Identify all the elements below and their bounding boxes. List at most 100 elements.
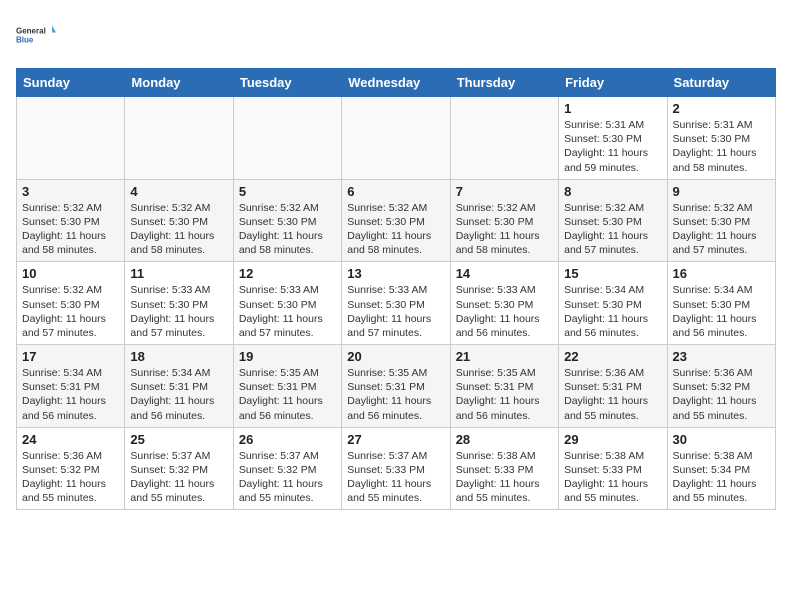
calendar-table: SundayMondayTuesdayWednesdayThursdayFrid… — [16, 68, 776, 510]
day-number: 24 — [22, 432, 119, 447]
day-number: 11 — [130, 266, 227, 281]
calendar-day-cell — [450, 97, 558, 180]
day-number: 14 — [456, 266, 553, 281]
day-number: 10 — [22, 266, 119, 281]
calendar-weekday-header: Friday — [559, 69, 667, 97]
day-number: 21 — [456, 349, 553, 364]
calendar-day-cell: 10 Sunrise: 5:32 AM Sunset: 5:30 PM Dayli… — [17, 262, 125, 345]
calendar-day-cell: 6Sunrise: 5:32 AM Sunset: 5:30 PM Daylig… — [342, 179, 450, 262]
calendar-day-cell: 15 Sunrise: 5:34 AM Sunset: 5:30 PM Dayli… — [559, 262, 667, 345]
day-info: Sunrise: 5:38 AM Sunset: 5:33 PM Dayligh… — [564, 449, 661, 506]
day-info: Sunrise: 5:32 AM Sunset: 5:30 PM Dayligh… — [22, 283, 119, 340]
calendar-week-row: 3 Sunrise: 5:32 AM Sunset: 5:30 PM Daylig… — [17, 179, 776, 262]
calendar-day-cell: 7 Sunrise: 5:32 AM Sunset: 5:30 PM Daylig… — [450, 179, 558, 262]
day-info: Sunrise: 5:32 AM Sunset: 5:30 PM Dayligh… — [456, 201, 553, 258]
calendar-day-cell: 13 Sunrise: 5:33 AM Sunset: 5:30 PM Dayli… — [342, 262, 450, 345]
day-number: 30 — [673, 432, 770, 447]
calendar-weekday-header: Saturday — [667, 69, 775, 97]
calendar-day-cell: 16 Sunrise: 5:34 AM Sunset: 5:30 PM Dayli… — [667, 262, 775, 345]
calendar-day-cell: 28 Sunrise: 5:38 AM Sunset: 5:33 PM Dayli… — [450, 427, 558, 510]
calendar-day-cell: 27Sunrise: 5:37 AM Sunset: 5:33 PM Dayli… — [342, 427, 450, 510]
calendar-day-cell — [342, 97, 450, 180]
day-info: Sunrise: 5:33 AM Sunset: 5:30 PM Dayligh… — [130, 283, 227, 340]
day-info: Sunrise: 5:36 AM Sunset: 5:32 PM Dayligh… — [673, 366, 770, 423]
day-number: 15 — [564, 266, 661, 281]
day-number: 25 — [130, 432, 227, 447]
calendar-day-cell: 3 Sunrise: 5:32 AM Sunset: 5:30 PM Daylig… — [17, 179, 125, 262]
day-number: 8 — [564, 184, 661, 199]
calendar-weekday-header: Sunday — [17, 69, 125, 97]
day-number: 18 — [130, 349, 227, 364]
calendar-day-cell: 20 Sunrise: 5:35 AM Sunset: 5:31 PM Dayli… — [342, 345, 450, 428]
calendar-weekday-header: Monday — [125, 69, 233, 97]
logo: General Blue — [16, 16, 56, 56]
calendar-day-cell — [233, 97, 341, 180]
day-number: 20 — [347, 349, 444, 364]
day-info: Sunrise: 5:34 AM Sunset: 5:31 PM Dayligh… — [130, 366, 227, 423]
day-number: 9 — [673, 184, 770, 199]
day-number: 28 — [456, 432, 553, 447]
day-info: Sunrise: 5:32 AM Sunset: 5:30 PM Dayligh… — [673, 201, 770, 258]
page-header: General Blue — [16, 16, 776, 56]
calendar-day-cell: 2Sunrise: 5:31 AM Sunset: 5:30 PM Daylig… — [667, 97, 775, 180]
day-number: 7 — [456, 184, 553, 199]
day-number: 27 — [347, 432, 444, 447]
day-number: 17 — [22, 349, 119, 364]
calendar-day-cell: 4 Sunrise: 5:32 AM Sunset: 5:30 PM Daylig… — [125, 179, 233, 262]
calendar-day-cell: 22Sunrise: 5:36 AM Sunset: 5:31 PM Dayli… — [559, 345, 667, 428]
svg-text:General: General — [16, 27, 46, 36]
day-number: 19 — [239, 349, 336, 364]
calendar-day-cell — [17, 97, 125, 180]
logo-svg: General Blue — [16, 16, 56, 56]
day-info: Sunrise: 5:37 AM Sunset: 5:32 PM Dayligh… — [130, 449, 227, 506]
calendar-day-cell: 24 Sunrise: 5:36 AM Sunset: 5:32 PM Dayli… — [17, 427, 125, 510]
day-info: Sunrise: 5:36 AM Sunset: 5:31 PM Dayligh… — [564, 366, 661, 423]
calendar-day-cell: 5Sunrise: 5:32 AM Sunset: 5:30 PM Daylig… — [233, 179, 341, 262]
day-number: 12 — [239, 266, 336, 281]
day-info: Sunrise: 5:36 AM Sunset: 5:32 PM Dayligh… — [22, 449, 119, 506]
day-info: Sunrise: 5:32 AM Sunset: 5:30 PM Dayligh… — [130, 201, 227, 258]
calendar-day-cell: 17Sunrise: 5:34 AM Sunset: 5:31 PM Dayli… — [17, 345, 125, 428]
calendar-week-row: 1Sunrise: 5:31 AM Sunset: 5:30 PM Daylig… — [17, 97, 776, 180]
calendar-day-cell: 23 Sunrise: 5:36 AM Sunset: 5:32 PM Dayli… — [667, 345, 775, 428]
day-info: Sunrise: 5:34 AM Sunset: 5:30 PM Dayligh… — [564, 283, 661, 340]
calendar-day-cell: 11 Sunrise: 5:33 AM Sunset: 5:30 PM Dayli… — [125, 262, 233, 345]
day-number: 23 — [673, 349, 770, 364]
day-number: 13 — [347, 266, 444, 281]
day-info: Sunrise: 5:35 AM Sunset: 5:31 PM Dayligh… — [239, 366, 336, 423]
calendar-day-cell: 12 Sunrise: 5:33 AM Sunset: 5:30 PM Dayli… — [233, 262, 341, 345]
day-info: Sunrise: 5:37 AM Sunset: 5:32 PM Dayligh… — [239, 449, 336, 506]
day-number: 2 — [673, 101, 770, 116]
calendar-day-cell: 9 Sunrise: 5:32 AM Sunset: 5:30 PM Daylig… — [667, 179, 775, 262]
day-info: Sunrise: 5:32 AM Sunset: 5:30 PM Dayligh… — [564, 201, 661, 258]
day-info: Sunrise: 5:32 AM Sunset: 5:30 PM Dayligh… — [239, 201, 336, 258]
calendar-day-cell: 21Sunrise: 5:35 AM Sunset: 5:31 PM Dayli… — [450, 345, 558, 428]
calendar-week-row: 17 Sunrise: 5:34 AM Sunset: 5:31 PM Dayli… — [17, 345, 776, 428]
day-info: Sunrise: 5:31 AM Sunset: 5:30 PM Dayligh… — [564, 118, 661, 175]
calendar-weekday-header: Tuesday — [233, 69, 341, 97]
day-info: Sunrise: 5:38 AM Sunset: 5:33 PM Dayligh… — [456, 449, 553, 506]
calendar-weekday-header: Wednesday — [342, 69, 450, 97]
calendar-day-cell: 25 Sunrise: 5:37 AM Sunset: 5:32 PM Dayli… — [125, 427, 233, 510]
day-info: Sunrise: 5:38 AM Sunset: 5:34 PM Dayligh… — [673, 449, 770, 506]
day-number: 4 — [130, 184, 227, 199]
calendar-day-cell — [125, 97, 233, 180]
calendar-day-cell: 26 Sunrise: 5:37 AM Sunset: 5:32 PM Dayli… — [233, 427, 341, 510]
day-info: Sunrise: 5:35 AM Sunset: 5:31 PM Dayligh… — [347, 366, 444, 423]
calendar-day-cell: 14 Sunrise: 5:33 AM Sunset: 5:30 PM Dayli… — [450, 262, 558, 345]
day-number: 3 — [22, 184, 119, 199]
day-info: Sunrise: 5:33 AM Sunset: 5:30 PM Dayligh… — [239, 283, 336, 340]
calendar-week-row: 24 Sunrise: 5:36 AM Sunset: 5:32 PM Dayli… — [17, 427, 776, 510]
day-number: 26 — [239, 432, 336, 447]
day-info: Sunrise: 5:33 AM Sunset: 5:30 PM Dayligh… — [456, 283, 553, 340]
calendar-header-row: SundayMondayTuesdayWednesdayThursdayFrid… — [17, 69, 776, 97]
calendar-day-cell: 19 Sunrise: 5:35 AM Sunset: 5:31 PM Dayli… — [233, 345, 341, 428]
calendar-day-cell: 18 Sunrise: 5:34 AM Sunset: 5:31 PM Dayli… — [125, 345, 233, 428]
calendar-day-cell: 29 Sunrise: 5:38 AM Sunset: 5:33 PM Dayli… — [559, 427, 667, 510]
day-number: 16 — [673, 266, 770, 281]
day-info: Sunrise: 5:33 AM Sunset: 5:30 PM Dayligh… — [347, 283, 444, 340]
day-number: 29 — [564, 432, 661, 447]
day-info: Sunrise: 5:34 AM Sunset: 5:30 PM Dayligh… — [673, 283, 770, 340]
day-info: Sunrise: 5:32 AM Sunset: 5:30 PM Dayligh… — [22, 201, 119, 258]
calendar-week-row: 10 Sunrise: 5:32 AM Sunset: 5:30 PM Dayli… — [17, 262, 776, 345]
